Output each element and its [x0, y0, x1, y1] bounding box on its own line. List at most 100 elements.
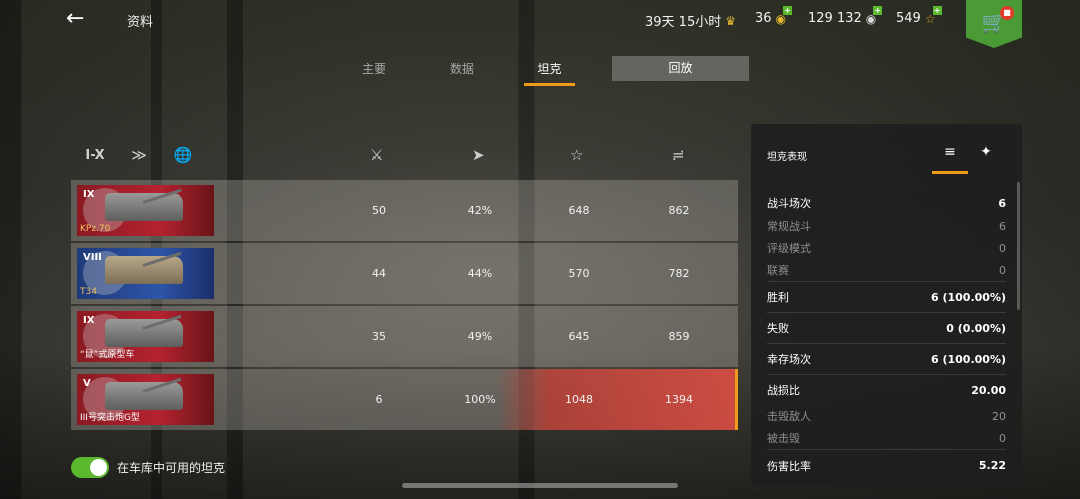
gold-counter[interactable]: 36 ◉ + [755, 5, 793, 26]
sort-damage-icon[interactable]: ≓ [672, 146, 685, 164]
tier-label: V [83, 378, 91, 389]
avg-xp-cell: 570 [568, 267, 590, 280]
stat-label: 常规战斗 [767, 220, 811, 233]
stat-row: 被击毁 0 [767, 427, 1006, 449]
garage-filter-toggle: 在车库中可用的坦克 [71, 457, 225, 478]
free-xp-value: 549 [896, 11, 921, 26]
stat-label: 战损比 [767, 384, 800, 397]
winrate-cell: 42% [467, 204, 493, 217]
stat-row: 联赛 0 [767, 259, 1006, 281]
avg-damage-cell: 1394 [665, 393, 693, 406]
silver-coin-icon: ◉ + [865, 5, 883, 26]
tab-main[interactable]: 主要 [356, 56, 392, 86]
gold-value: 36 [755, 11, 772, 26]
tank-card: IX KPz.70 [77, 185, 214, 236]
back-arrow-icon[interactable]: ← [66, 6, 94, 32]
top-bar: ← 资料 39天 15小时 ♛ 36 ◉ + 129 132 ◉ + 549 ☆ + … [0, 0, 1080, 48]
tank-card: IX “鼠”式原型车 [77, 311, 214, 362]
performance-list-icon[interactable]: ≡ [932, 144, 968, 174]
home-indicator [402, 483, 678, 488]
stat-label: 胜利 [767, 291, 789, 304]
tab-stats[interactable]: 数据 [444, 56, 480, 86]
stat-label: 被击毁 [767, 432, 800, 445]
medal-icon[interactable]: ✦ [968, 144, 1004, 174]
stat-row: 评级模式 0 [767, 237, 1006, 259]
add-xp-icon[interactable]: + [932, 5, 942, 15]
avg-xp-cell: 648 [568, 204, 590, 217]
stat-label: 战斗场次 [767, 197, 811, 210]
stat-value: 0 (0.00%) [946, 321, 1006, 335]
battles-cell: 35 [372, 330, 386, 343]
stat-value: 20 [992, 409, 1006, 423]
garage-toggle-switch[interactable] [71, 457, 109, 478]
replay-button[interactable]: 回放 [612, 56, 749, 81]
winrate-cell: 49% [467, 330, 493, 343]
tank-table: IX KPz.70 50 42% 648 862 VIII T34 44 44%… [71, 180, 738, 432]
page-title: 资料 [127, 15, 154, 30]
panel-scrollbar[interactable] [1017, 182, 1020, 310]
stats-list: 战斗场次 6 常规战斗 6 评级模式 0 联赛 0 胜利 6 (100.00%) 失败 0 … [767, 191, 1006, 481]
stat-value: 6 [999, 219, 1006, 233]
battles-cell: 44 [372, 267, 386, 280]
stat-value: 6 [998, 196, 1006, 210]
credits-counter[interactable]: 129 132 ◉ + [808, 5, 883, 26]
tank-name: KPz.70 [80, 224, 111, 234]
star-xp-icon: ☆ + [924, 5, 942, 26]
tier-label: VIII [83, 252, 102, 263]
stat-row: 幸存场次 6 (100.00%) [767, 343, 1006, 374]
avg-xp-cell: 1048 [565, 393, 593, 406]
stat-value: 6 (100.00%) [930, 352, 1006, 366]
stat-row: 伤害比率 5.22 [767, 449, 1006, 481]
panel-title: 坦克表现 [767, 152, 807, 163]
sort-winrate-icon[interactable]: ➤ [472, 146, 485, 164]
table-row[interactable]: VIII T34 44 44% 570 782 [71, 243, 738, 304]
winrate-cell: 100% [464, 393, 496, 406]
add-gold-icon[interactable]: + [783, 5, 793, 15]
tier-label: IX [83, 315, 95, 326]
stat-row: 战损比 20.00 [767, 374, 1006, 405]
stat-value: 0 [999, 263, 1006, 277]
stat-value: 6 (100.00%) [930, 290, 1006, 304]
gold-coin-icon: ◉ + [775, 5, 793, 26]
avg-xp-cell: 645 [568, 330, 590, 343]
tank-name: “鼠”式原型车 [80, 350, 135, 360]
avg-damage-cell: 862 [668, 204, 690, 217]
stat-label: 击毁敌人 [767, 410, 811, 423]
tier-filter[interactable]: I-X [84, 148, 106, 163]
tab-tanks[interactable]: 坦克 [524, 56, 575, 86]
garage-toggle-label: 在车库中可用的坦克 [117, 461, 226, 475]
avg-damage-cell: 782 [668, 267, 690, 280]
stat-value: 0 [999, 241, 1006, 255]
tank-image [105, 256, 183, 284]
stat-row: 常规战斗 6 [767, 215, 1006, 237]
stat-value: 20.00 [971, 383, 1006, 397]
table-row[interactable]: IX KPz.70 50 42% 648 862 [71, 180, 738, 241]
tank-name: III号突击炮G型 [80, 413, 140, 423]
table-row-selected[interactable]: V III号突击炮G型 6 100% 1048 1394 [71, 369, 738, 430]
credits-value: 129 132 [808, 11, 862, 26]
stat-row: 战斗场次 6 [767, 191, 1006, 215]
nation-filter-globe-icon[interactable]: 🌐 [172, 146, 194, 164]
winrate-cell: 44% [467, 267, 493, 280]
stat-label: 幸存场次 [767, 353, 811, 366]
tank-name: T34 [80, 287, 97, 297]
stat-label: 评级模式 [767, 242, 811, 255]
sort-xp-star-icon[interactable]: ☆ [570, 146, 583, 164]
table-row[interactable]: IX “鼠”式原型车 35 49% 645 859 [71, 306, 738, 367]
stat-row: 胜利 6 (100.00%) [767, 281, 1006, 312]
stat-row: 击毁敌人 20 [767, 405, 1006, 427]
tank-card: V III号突击炮G型 [77, 374, 214, 425]
stat-label: 失败 [767, 322, 789, 335]
sort-battles-icon[interactable]: ⚔ [370, 146, 383, 164]
add-credits-icon[interactable]: + [873, 5, 883, 15]
gift-badge-icon: ■ [1000, 6, 1014, 20]
battles-cell: 6 [375, 393, 383, 406]
avg-damage-cell: 859 [668, 330, 690, 343]
tank-image [105, 382, 183, 410]
premium-timer[interactable]: 39天 15小时 ♛ [645, 11, 736, 31]
free-xp-counter[interactable]: 549 ☆ + [896, 5, 942, 26]
vehicle-type-filter-icon[interactable]: ≫ [128, 146, 150, 164]
tank-image [105, 319, 183, 347]
stat-value: 5.22 [978, 459, 1006, 472]
tank-performance-panel: 坦克表现 ≡ ✦ 战斗场次 6 常规战斗 6 评级模式 0 联赛 0 胜利 6 (100.… [751, 124, 1022, 486]
